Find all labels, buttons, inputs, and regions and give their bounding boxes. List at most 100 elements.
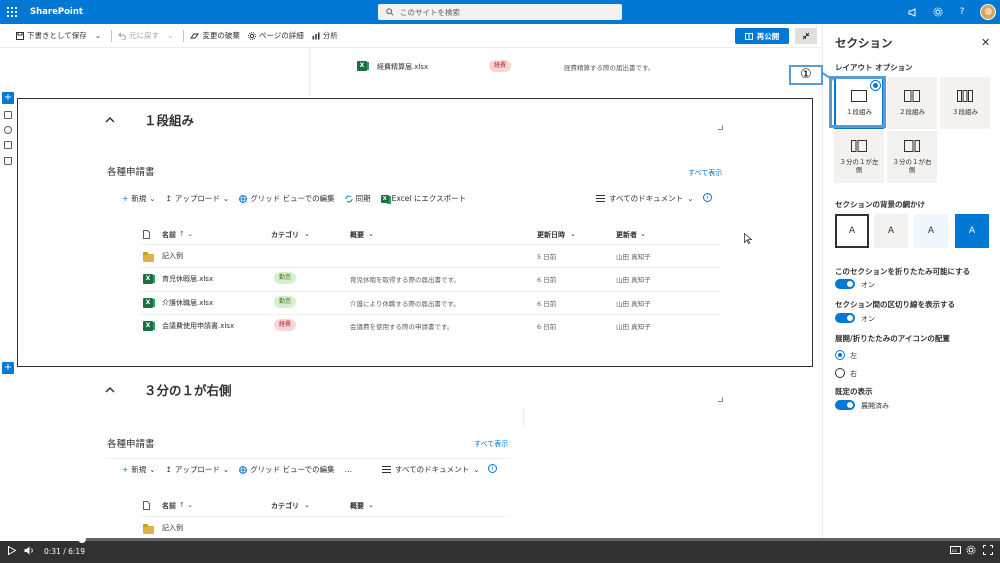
table-row[interactable]: 記入例 <box>140 516 510 538</box>
layout-three-columns[interactable]: ３段組み <box>940 77 990 129</box>
view-selector[interactable]: すべてのドキュメント ⌄ <box>382 464 479 475</box>
chevron-up-icon[interactable] <box>104 384 116 396</box>
page-details-button[interactable]: ページの詳細 <box>247 30 304 41</box>
app-brand[interactable]: SharePoint <box>30 7 83 17</box>
row-name[interactable]: 記入例 <box>162 251 183 261</box>
undo-button[interactable]: 元に戻す <box>118 30 159 41</box>
section-heading[interactable]: ３分の１が右側 <box>104 380 232 399</box>
icon-right-radio[interactable] <box>835 368 845 378</box>
section-title[interactable]: ３分の１が右側 <box>144 380 232 399</box>
row-name[interactable]: 記入例 <box>162 523 183 533</box>
layout-one-third-right[interactable]: ３分の１が右側 <box>887 131 937 183</box>
column-name[interactable]: 名前 <box>162 230 176 240</box>
grid-edit-button[interactable]: グリッド ビューでの編集 <box>239 193 335 204</box>
chevron-down-icon[interactable]: ⌄ <box>167 31 173 40</box>
table-row[interactable]: X 介護休職届.xlsx 勤怠 介護により休職する際の届出書です。 6 日前 山… <box>140 291 720 313</box>
add-section-button[interactable]: + <box>2 92 14 104</box>
see-all-link[interactable]: すべて表示 <box>474 439 508 449</box>
library-title[interactable]: 各種申請書 <box>107 164 155 178</box>
icon-left-radio[interactable] <box>835 350 845 360</box>
chevron-down-icon[interactable]: ⌄ <box>640 230 646 238</box>
background-strong-swatch[interactable]: A <box>955 214 989 248</box>
table-row[interactable]: X 育児休暇届.xlsx 勤怠 育児休暇を取得する際の届出書です。 6 日前 山… <box>140 267 720 289</box>
sort-chevron-icon[interactable]: ↑ ⌄ <box>179 501 193 509</box>
waffle-icon[interactable] <box>0 0 24 24</box>
chevron-down-icon[interactable]: ⌄ <box>368 230 374 238</box>
analytics-button[interactable]: 分析 <box>312 30 338 41</box>
delete-section-icon[interactable] <box>4 157 12 165</box>
chevron-down-icon[interactable]: ⌄ <box>95 31 101 40</box>
fullscreen-icon[interactable] <box>983 545 993 555</box>
section-heading[interactable]: １段組み <box>104 110 194 129</box>
resize-handle-icon[interactable] <box>718 397 723 402</box>
row-modified: 6 日前 <box>537 276 557 284</box>
see-all-link[interactable]: すべて表示 <box>688 168 722 178</box>
file-type-icon[interactable] <box>143 501 150 510</box>
video-progress-bar[interactable] <box>0 535 1000 543</box>
suite-bar: SharePoint このサイトを検索 ? <box>0 0 1000 24</box>
background-neutral-swatch[interactable]: A <box>874 214 908 248</box>
chevron-down-icon[interactable]: ⌄ <box>570 230 576 238</box>
info-icon[interactable]: i <box>488 464 497 473</box>
export-excel-button[interactable]: X Excel にエクスポート <box>380 193 466 204</box>
chevron-down-icon[interactable]: ⌄ <box>304 501 310 509</box>
table-row[interactable]: X 会議費使用申請書.xlsx 経費 会議費を使用する際の申請書です。 6 日前… <box>140 314 720 336</box>
settings-gear-icon[interactable] <box>966 545 976 555</box>
volume-icon[interactable] <box>24 546 35 555</box>
info-icon[interactable]: i <box>703 193 712 202</box>
column-summary[interactable]: 概要 <box>350 501 364 511</box>
move-section-icon[interactable] <box>4 126 12 134</box>
row-name[interactable]: 会議費使用申請書.xlsx <box>162 321 234 331</box>
video-scrubber-handle[interactable] <box>78 535 86 543</box>
close-icon[interactable]: ✕ <box>981 36 990 49</box>
column-modified[interactable]: 更新日時 <box>537 230 565 240</box>
table-row[interactable]: 記入例 5 日前 山田 真知子 <box>140 244 720 266</box>
duplicate-section-icon[interactable] <box>4 141 12 149</box>
edit-section-icon[interactable] <box>4 111 12 119</box>
resize-handle-icon[interactable] <box>718 125 723 130</box>
new-button[interactable]: + 新規 ⌄ <box>122 193 156 204</box>
search-input[interactable]: このサイトを検索 <box>378 4 622 20</box>
column-name[interactable]: 名前 <box>162 501 176 511</box>
discard-changes-button[interactable]: 変更の破棄 <box>190 30 240 41</box>
layout-two-columns[interactable]: ２段組み <box>887 77 937 129</box>
column-summary[interactable]: 概要 <box>350 230 364 240</box>
background-none-swatch[interactable]: A <box>835 214 869 248</box>
divider-toggle[interactable] <box>835 313 855 323</box>
upload-button[interactable]: ↥ アップロード ⌄ <box>166 464 230 475</box>
column-category[interactable]: カテゴリ <box>271 501 299 511</box>
row-name[interactable]: 介護休職届.xlsx <box>162 298 213 308</box>
chevron-down-icon[interactable]: ⌄ <box>368 501 374 509</box>
view-selector[interactable]: すべてのドキュメント ⌄ <box>596 193 693 204</box>
file-name[interactable]: 経費精算届.xlsx <box>377 62 428 72</box>
layout-one-third-left[interactable]: ３分の１が左側 <box>834 131 884 183</box>
row-modified-by: 山田 真知子 <box>616 323 651 331</box>
more-button[interactable]: … <box>345 465 353 474</box>
republish-button[interactable]: 再公開 <box>735 28 789 44</box>
megaphone-icon[interactable] <box>907 6 919 18</box>
sort-chevron-icon[interactable]: ↑ ⌄ <box>179 230 193 238</box>
collapsible-toggle[interactable] <box>835 279 855 289</box>
column-modified-by[interactable]: 更新者 <box>616 230 637 240</box>
collapse-pane-button[interactable] <box>795 28 817 44</box>
chevron-up-icon[interactable] <box>104 114 116 126</box>
add-section-button[interactable]: + <box>2 362 14 374</box>
captions-icon[interactable]: cc <box>950 546 961 554</box>
file-type-icon[interactable] <box>143 230 150 239</box>
save-draft-button[interactable]: 下書きとして保存 <box>16 30 87 41</box>
library-title[interactable]: 各種申請書 <box>107 436 155 450</box>
grid-edit-button[interactable]: グリッド ビューでの編集 <box>239 464 335 475</box>
chevron-down-icon[interactable]: ⌄ <box>304 230 310 238</box>
gear-icon[interactable] <box>932 6 944 18</box>
column-category[interactable]: カテゴリ <box>271 230 299 240</box>
background-soft-swatch[interactable]: A <box>914 214 948 248</box>
upload-button[interactable]: ↥ アップロード ⌄ <box>166 193 230 204</box>
section-title[interactable]: １段組み <box>144 110 194 129</box>
default-display-toggle[interactable] <box>835 400 855 410</box>
avatar[interactable] <box>980 4 996 20</box>
help-icon[interactable]: ? <box>956 6 968 18</box>
play-icon[interactable] <box>8 546 16 555</box>
sync-button[interactable]: 同期 <box>345 193 371 204</box>
row-name[interactable]: 育児休暇届.xlsx <box>162 274 213 284</box>
new-button[interactable]: + 新規 ⌄ <box>122 464 156 475</box>
